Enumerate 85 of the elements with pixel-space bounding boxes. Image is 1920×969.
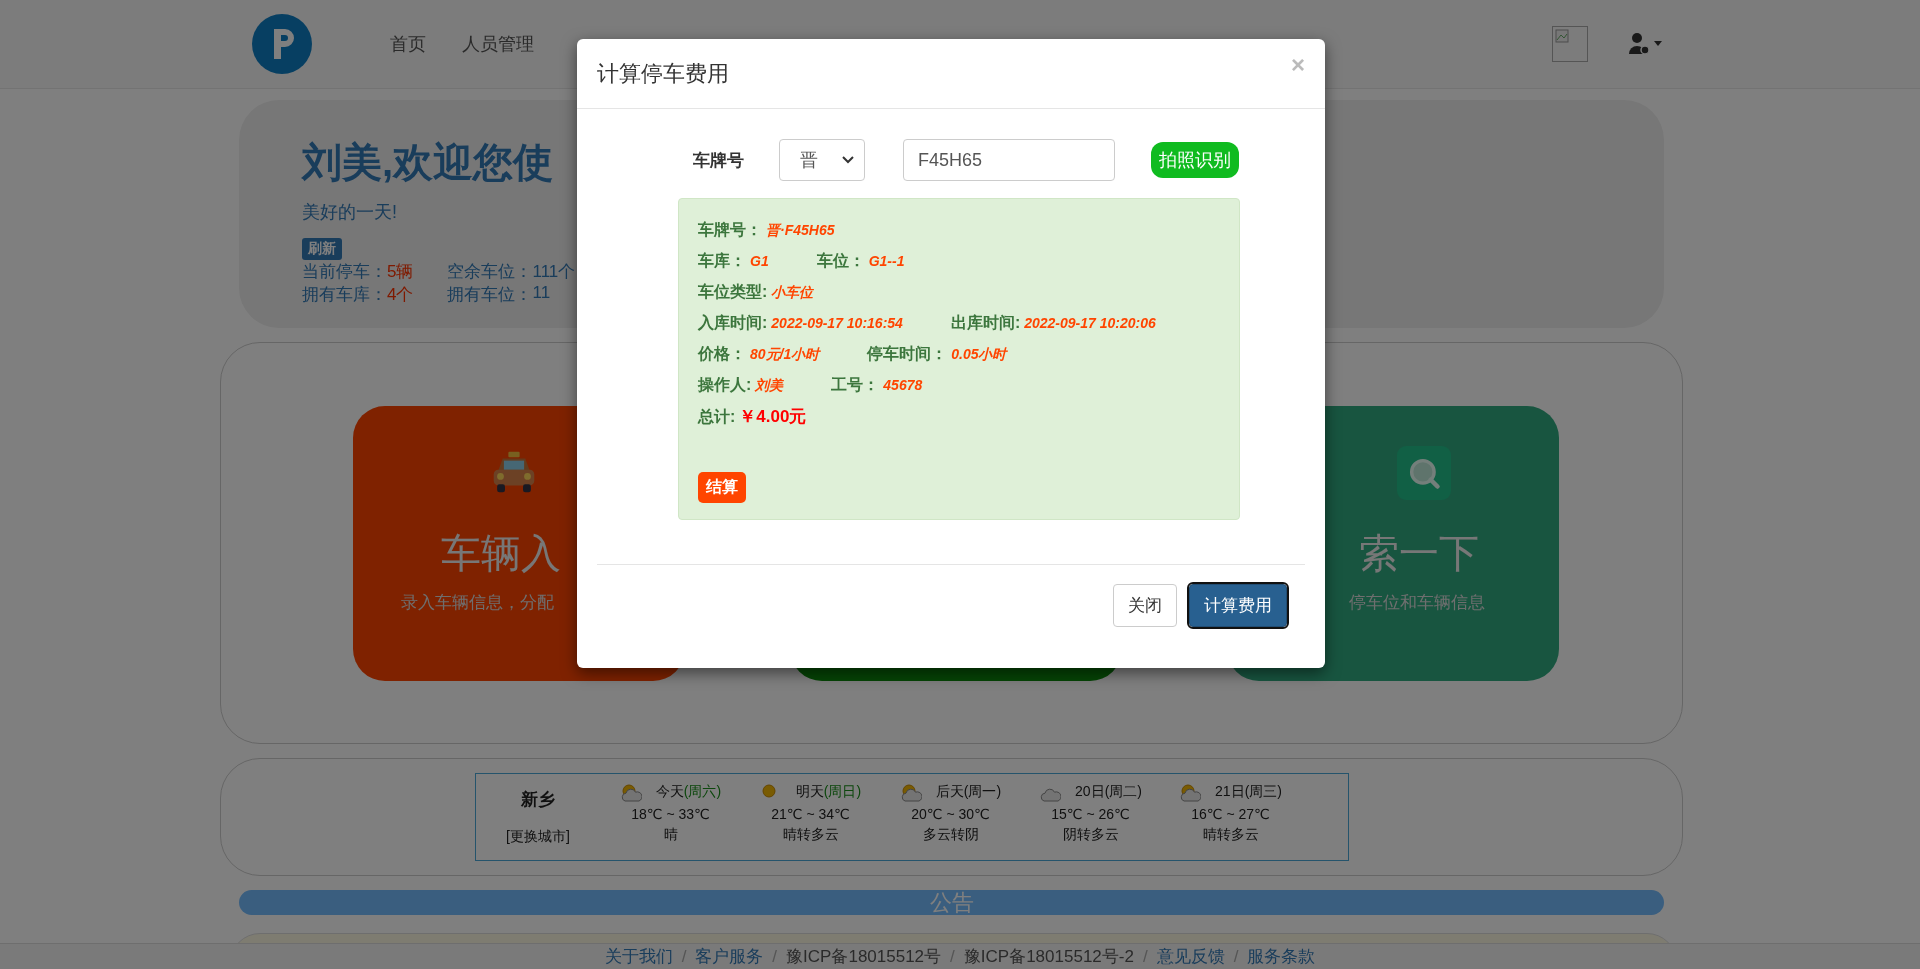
- day-label: 后天(周一): [935, 783, 1002, 801]
- temperature-range: 21℃ ~ 34℃: [771, 806, 850, 822]
- day-label: 今天(周六): [655, 783, 722, 801]
- footer-link[interactable]: 服务条款: [1247, 945, 1316, 968]
- welcome-subtitle: 美好的一天!: [302, 201, 398, 224]
- separator: /: [1142, 946, 1148, 967]
- field-value: 0.05小时: [951, 346, 1007, 364]
- field-label: 车位：: [816, 251, 865, 271]
- calculate-button[interactable]: 计算费用: [1189, 584, 1287, 627]
- plate-input[interactable]: F45H65: [903, 139, 1115, 181]
- close-dialog-button[interactable]: 关闭: [1113, 584, 1177, 627]
- weather-condition: 多云转阴: [922, 826, 979, 844]
- separator: /: [950, 946, 955, 967]
- welcome-title: 刘美,欢迎您使: [302, 139, 554, 186]
- search-icon: [1396, 445, 1451, 500]
- settle-button[interactable]: 结算: [698, 472, 746, 503]
- field-label: 出库时间:: [950, 313, 1021, 333]
- separator: /: [772, 946, 778, 967]
- stat-label: 空余车位：: [447, 261, 533, 283]
- field-label: 车位类型:: [698, 282, 768, 302]
- broken-image-icon: [1552, 26, 1588, 62]
- stat-value: 11: [532, 283, 551, 304]
- stat-label: 拥有车位：: [447, 284, 533, 306]
- field-label: 价格：: [698, 344, 746, 364]
- field-value: 刘美: [755, 377, 784, 395]
- field-label: 操作人:: [698, 375, 752, 395]
- chevron-down-icon: [842, 156, 854, 164]
- refresh-button[interactable]: 刷新: [302, 238, 342, 260]
- day-label: 明天(周日): [795, 783, 862, 801]
- field-value: 小车位: [771, 284, 814, 302]
- field-label: 停车时间：: [867, 344, 948, 364]
- weather-condition: 晴转多云: [782, 826, 839, 844]
- total-label: 总计:: [698, 407, 736, 427]
- field-value: 80元/1小时: [750, 346, 820, 364]
- stat-label: 拥有车库：: [302, 284, 387, 306]
- recognize-button[interactable]: 拍照识别: [1151, 142, 1239, 178]
- stat-value: 4个: [387, 284, 414, 306]
- temperature-range: 18℃ ~ 33℃: [631, 806, 710, 822]
- province-select[interactable]: 晋: [779, 139, 865, 181]
- field-value: G1--1: [868, 253, 905, 269]
- field-label: 车牌号：: [698, 220, 762, 240]
- change-city-link[interactable]: [更换城市]: [506, 827, 570, 846]
- sun-cloud-icon: [619, 782, 642, 802]
- sun-cloud-icon: [899, 782, 922, 802]
- card-title: 车辆入: [440, 529, 561, 577]
- temperature-range: 16℃ ~ 27℃: [1191, 806, 1270, 822]
- field-label: 入库时间:: [698, 313, 768, 333]
- notice-bar: 公告: [239, 890, 1664, 915]
- sun-cloud-icon: [1179, 782, 1202, 802]
- footer-text: 豫ICP备18015512号-2: [963, 946, 1134, 968]
- footer-link[interactable]: 关于我们: [604, 945, 673, 968]
- footer-text: 豫ICP备18015512号: [786, 946, 942, 968]
- total-value: ￥4.00元: [739, 406, 807, 428]
- weather-condition: 阴转多云: [1062, 826, 1119, 844]
- user-settings-icon[interactable]: [1628, 32, 1664, 56]
- field-label: 车库：: [698, 251, 746, 271]
- stat-value: 111个: [532, 261, 576, 283]
- separator: /: [1233, 946, 1239, 967]
- day-label: 21日(周三): [1215, 783, 1282, 801]
- day-label: 20日(周二): [1075, 783, 1142, 801]
- modal-title: 计算停车费用: [597, 59, 729, 88]
- logo[interactable]: [252, 14, 312, 74]
- footer-link[interactable]: 意见反馈: [1156, 945, 1225, 968]
- weather-condition: 晴: [663, 826, 678, 844]
- card-description: 停车位和车辆信息: [1348, 591, 1485, 614]
- temperature-range: 15℃ ~ 26℃: [1051, 806, 1130, 822]
- temperature-range: 20℃ ~ 30℃: [911, 806, 990, 822]
- separator: /: [681, 946, 687, 967]
- plate-label: 车牌号: [693, 149, 745, 172]
- field-value: 2022-09-17 10:20:06: [1024, 315, 1156, 331]
- stat-label: 当前停车：: [302, 261, 387, 283]
- nav-link[interactable]: 人员管理: [444, 32, 552, 56]
- field-value: 晋·F45H65: [766, 222, 835, 240]
- field-value: 2022-09-17 10:16:54: [771, 315, 903, 331]
- footer-link[interactable]: 客户服务: [695, 945, 764, 968]
- nav-link[interactable]: 首页: [372, 32, 444, 56]
- field-value: 45678: [883, 377, 923, 393]
- city-name: 新乡: [521, 789, 555, 812]
- card-title: 索一下: [1358, 529, 1479, 577]
- stat-value: 5辆: [387, 261, 414, 283]
- card-description: 录入车辆信息，分配: [400, 591, 554, 614]
- weather-condition: 晴转多云: [1202, 826, 1259, 844]
- field-value: G1: [750, 253, 769, 269]
- close-button[interactable]: ×: [1291, 51, 1305, 79]
- field-label: 工号：: [831, 375, 880, 395]
